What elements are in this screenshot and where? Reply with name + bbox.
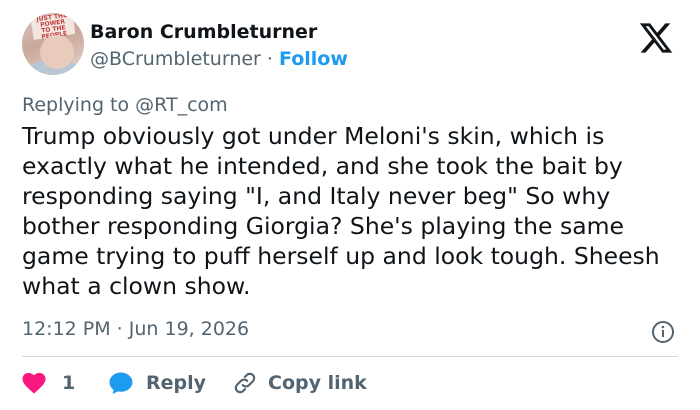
author-handle[interactable]: @BCrumbleturner <box>90 48 261 70</box>
replying-to[interactable]: Replying to @RT_com <box>22 94 228 116</box>
link-icon <box>234 372 256 394</box>
reply-label: Reply <box>146 372 207 394</box>
avatar-face <box>40 35 74 69</box>
copy-link-button[interactable]: Copy link <box>232 368 367 398</box>
handle-row: @BCrumbleturner · Follow <box>90 48 348 70</box>
avatar[interactable]: JUST THEPOWERTO THE PEOPLE <box>22 13 84 75</box>
heart-icon <box>22 372 46 394</box>
reply-button[interactable]: Reply <box>108 368 206 398</box>
tweet-card: JUST THEPOWERTO THE PEOPLE Baron Crumble… <box>0 0 700 410</box>
handle-separator: · <box>260 48 279 70</box>
reply-bubble-icon <box>109 372 133 394</box>
copy-link-label: Copy link <box>268 372 367 394</box>
author-name[interactable]: Baron Crumbleturner <box>90 21 317 43</box>
tweet-timestamp[interactable]: 12:12 PM · Jun 19, 2026 <box>22 318 249 340</box>
divider <box>22 356 678 357</box>
action-bar: 1 Reply Copy link <box>22 368 678 398</box>
like-button[interactable]: 1 <box>22 368 75 398</box>
tweet-text: Trump obviously got under Meloni's skin,… <box>22 122 668 300</box>
follow-button[interactable]: Follow <box>279 48 348 70</box>
x-logo-icon[interactable] <box>636 20 676 56</box>
info-icon[interactable] <box>651 320 675 344</box>
like-count: 1 <box>62 372 76 394</box>
